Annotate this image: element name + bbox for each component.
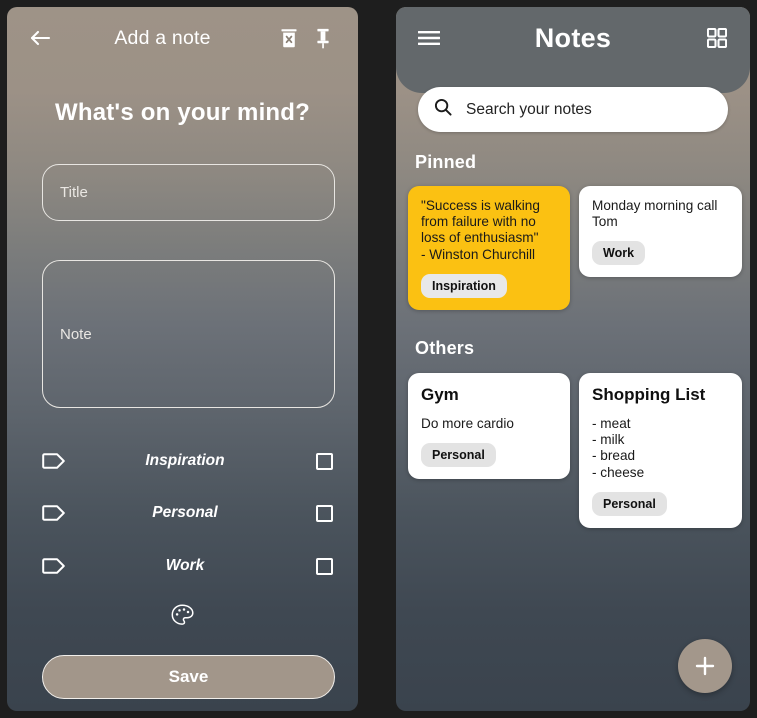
tag-label: Work xyxy=(165,557,205,574)
notes-title: Notes xyxy=(534,22,612,53)
section-label-pinned: Pinned xyxy=(415,152,477,172)
title-input-placeholder: Title xyxy=(60,184,88,201)
arrow-left-icon[interactable] xyxy=(25,23,55,53)
tag-row-personal[interactable]: Personal xyxy=(42,498,335,528)
note-card-chip: Personal xyxy=(421,443,496,468)
tag-label: Inspiration xyxy=(145,452,225,469)
screenshot-root: Add a note What's on your mind? Title No… xyxy=(0,0,757,718)
hamburger-menu-icon[interactable] xyxy=(412,22,446,54)
note-card-chip: Work xyxy=(592,241,646,266)
tag-checkbox[interactable] xyxy=(316,504,333,522)
add-note-fab[interactable] xyxy=(678,639,732,693)
pin-icon[interactable] xyxy=(306,23,340,53)
tag-icon xyxy=(42,505,76,521)
note-card-gym[interactable]: Gym Do more cardio Personal xyxy=(408,373,570,480)
notes-header-bar: Notes xyxy=(396,7,750,93)
add-note-topbar: Add a note xyxy=(7,7,358,69)
tag-icon xyxy=(42,453,76,469)
search-input[interactable]: Search your notes xyxy=(418,87,728,132)
search-icon xyxy=(434,98,452,121)
search-input-placeholder: Search your notes xyxy=(466,100,592,118)
plus-icon xyxy=(695,656,715,676)
save-button-label: Save xyxy=(168,667,209,686)
note-card-title: Shopping List xyxy=(592,385,706,404)
note-card-title: Gym xyxy=(421,385,459,404)
prompt-heading: What's on your mind? xyxy=(54,99,311,126)
note-card-chip: Inspiration xyxy=(421,273,507,298)
note-input[interactable]: Note xyxy=(42,260,335,408)
grid-view-icon[interactable] xyxy=(700,22,734,54)
note-card-body: - meat - milk - bread - cheese xyxy=(592,416,645,480)
tag-label: Personal xyxy=(152,504,218,521)
note-card-chip: Personal xyxy=(592,491,667,516)
color-palette-icon[interactable] xyxy=(7,604,358,626)
note-card-quote[interactable]: "Success is walking from failure with no… xyxy=(408,186,570,310)
trash-delete-icon[interactable] xyxy=(272,23,306,53)
title-input[interactable]: Title xyxy=(42,164,335,221)
notes-list-screen: Notes Search your notes Pinned "Success … xyxy=(396,7,750,711)
save-button[interactable]: Save xyxy=(42,655,335,699)
page-title: Add a note xyxy=(114,26,211,49)
note-card-monday[interactable]: Monday morning call Tom Work xyxy=(579,186,742,278)
tag-checkbox[interactable] xyxy=(316,452,333,470)
tag-icon xyxy=(42,558,76,574)
note-card-shopping-list[interactable]: Shopping List - meat - milk - bread - ch… xyxy=(579,373,742,528)
note-input-placeholder: Note xyxy=(60,325,92,343)
note-card-body: Do more cardio xyxy=(421,416,514,431)
section-label-others: Others xyxy=(415,338,475,358)
add-note-screen: Add a note What's on your mind? Title No… xyxy=(7,7,358,711)
tag-row-work[interactable]: Work xyxy=(42,551,335,581)
tag-checkbox[interactable] xyxy=(316,557,333,575)
note-card-body: Monday morning call Tom xyxy=(592,198,718,230)
tag-row-inspiration[interactable]: Inspiration xyxy=(42,446,335,476)
note-card-body: "Success is walking from failure with no… xyxy=(421,198,540,262)
